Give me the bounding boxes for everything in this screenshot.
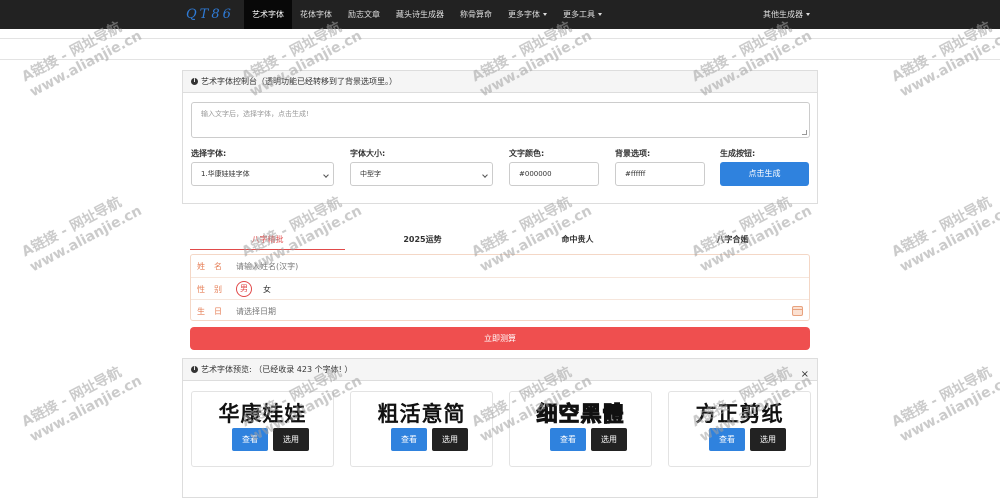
font-sample: 华康娃娃 <box>218 402 307 426</box>
name-input[interactable]: 请输入姓名(汉字) <box>236 261 298 272</box>
info-icon: i <box>191 78 198 85</box>
name-row: 姓名 请输入姓名(汉字) <box>191 255 809 277</box>
color-input-label: 文字颜色: <box>509 149 545 158</box>
preview-panel: i 艺术字体预览: （已经收录 423 个字体! ） × 华康娃娃 查看 选用 粗… <box>182 358 818 498</box>
brand-logo[interactable]: QT86 <box>186 7 234 22</box>
watermark-url: www.alianjie.cn <box>27 372 145 446</box>
view-button[interactable]: 查看 <box>709 428 745 451</box>
use-button[interactable]: 选用 <box>750 428 786 451</box>
nav-item-more-tools[interactable]: 更多工具 <box>555 0 610 29</box>
bazi-tabs: 八字精批 2025运势 命中贵人 八字合婚 <box>190 232 810 250</box>
watermark: A链接 - 网址导航 www.alianjie.cn <box>889 188 1000 276</box>
watermark-line: A链接 - 网址导航 <box>889 194 995 261</box>
font-card: 细空黑體 查看 选用 <box>509 391 652 467</box>
nav-more-tools-label: 更多工具 <box>563 10 595 19</box>
chevron-down-icon <box>323 172 329 178</box>
size-select-label: 字体大小: <box>350 149 386 158</box>
watermark-line: A链接 - 网址导航 <box>19 194 125 261</box>
chevron-down-icon <box>482 172 488 178</box>
font-sample: 方正剪纸 <box>695 402 784 426</box>
watermark: A链接 - 网址导航 www.alianjie.cn <box>889 358 1000 446</box>
generate-label: 生成按钮: <box>720 149 756 158</box>
calculate-button[interactable]: 立即测算 <box>190 327 810 350</box>
control-panel-title: 艺术字体控制台（透明功能已经转移到了背景选项里。） <box>201 77 397 86</box>
text-input[interactable]: 输入文字后，选择字体，点击生成! <box>191 102 810 138</box>
nav-item-more-fonts[interactable]: 更多字体 <box>500 0 555 29</box>
birth-label: 生日 <box>197 307 231 316</box>
tab-bazi-reading[interactable]: 八字精批 <box>190 232 345 250</box>
nav-item-articles[interactable]: 励志文章 <box>340 0 388 29</box>
use-button[interactable]: 选用 <box>591 428 627 451</box>
nav-other-generators-label: 其他生成器 <box>763 10 803 19</box>
bazi-form: 姓名 请输入姓名(汉字) 性别 男 女 生日 请选择日期 <box>190 254 810 321</box>
view-button[interactable]: 查看 <box>550 428 586 451</box>
font-card: 方正剪纸 查看 选用 <box>668 391 811 467</box>
gender-female-radio[interactable]: 女 <box>263 284 271 295</box>
view-button[interactable]: 查看 <box>232 428 268 451</box>
view-button[interactable]: 查看 <box>391 428 427 451</box>
watermark: A链接 - 网址导航 www.alianjie.cn <box>19 188 145 276</box>
color-input[interactable]: #000000 <box>509 162 599 186</box>
font-card: 粗活意简 查看 选用 <box>350 391 493 467</box>
watermark-line: A链接 - 网址导航 <box>889 364 995 431</box>
watermark-url: www.alianjie.cn <box>897 202 1000 276</box>
tab-noble-person[interactable]: 命中贵人 <box>500 232 655 250</box>
caret-down-icon <box>806 13 810 16</box>
top-navbar: QT86 艺术字体 花体字体 励志文章 藏头诗生成器 称骨算命 更多字体 更多工… <box>0 0 1000 29</box>
watermark-url: www.alianjie.cn <box>897 372 1000 446</box>
nav-item-acrostic-poem[interactable]: 藏头诗生成器 <box>388 0 452 29</box>
font-select-value: 1.华康娃娃字体 <box>201 170 250 178</box>
preview-panel-title: 艺术字体预览: （已经收录 423 个字体! ） <box>201 365 353 374</box>
color-input-value: #000000 <box>519 170 552 178</box>
tab-marriage-match[interactable]: 八字合婚 <box>655 232 810 250</box>
nav-more-fonts-label: 更多字体 <box>508 10 540 19</box>
bg-input-value: #ffffff <box>625 170 646 178</box>
birth-date-input[interactable]: 请选择日期 <box>236 306 276 317</box>
caret-down-icon <box>543 13 547 16</box>
font-select-label: 选择字体: <box>191 149 227 158</box>
close-icon[interactable]: × <box>801 364 809 386</box>
gender-male-radio[interactable]: 男 <box>236 281 252 297</box>
control-panel-header: i 艺术字体控制台（透明功能已经转移到了背景选项里。） <box>183 71 817 93</box>
watermark: A链接 - 网址导航 www.alianjie.cn <box>19 358 145 446</box>
bg-input[interactable]: #ffffff <box>615 162 705 186</box>
generate-button[interactable]: 点击生成 <box>720 162 809 186</box>
font-sample: 细空黑體 <box>536 402 625 427</box>
use-button[interactable]: 选用 <box>432 428 468 451</box>
nav-item-other-generators[interactable]: 其他生成器 <box>763 0 810 29</box>
text-input-placeholder: 输入文字后，选择字体，点击生成! <box>201 110 309 118</box>
use-button[interactable]: 选用 <box>273 428 309 451</box>
name-label: 姓名 <box>197 262 231 271</box>
caret-down-icon <box>598 13 602 16</box>
control-panel: i 艺术字体控制台（透明功能已经转移到了背景选项里。） 输入文字后，选择字体，点击… <box>182 70 818 204</box>
gender-label: 性别 <box>197 285 231 294</box>
watermark-line: A链接 - 网址导航 <box>19 364 125 431</box>
nav-item-fortune[interactable]: 称骨算命 <box>452 0 500 29</box>
info-icon: i <box>191 366 198 373</box>
nav-item-art-fonts[interactable]: 艺术字体 <box>244 0 292 29</box>
resize-grip-icon[interactable] <box>802 130 807 135</box>
size-select-value: 中型字 <box>360 170 381 178</box>
gender-row: 性别 男 女 <box>191 277 809 299</box>
font-select[interactable]: 1.华康娃娃字体 <box>191 162 334 186</box>
nav-item-fancy-fonts[interactable]: 花体字体 <box>292 0 340 29</box>
tab-2025-fortune[interactable]: 2025运势 <box>345 232 500 250</box>
font-card: 华康娃娃 查看 选用 <box>191 391 334 467</box>
ad-strip <box>0 38 1000 60</box>
size-select[interactable]: 中型字 <box>350 162 493 186</box>
calendar-icon[interactable] <box>792 306 803 316</box>
font-sample: 粗活意简 <box>377 402 466 426</box>
bg-input-label: 背景选项: <box>615 149 651 158</box>
watermark-url: www.alianjie.cn <box>27 202 145 276</box>
preview-panel-header: i 艺术字体预览: （已经收录 423 个字体! ） × <box>183 359 817 381</box>
nav-menu: 艺术字体 花体字体 励志文章 藏头诗生成器 称骨算命 更多字体 更多工具 <box>244 0 610 29</box>
birth-row: 生日 请选择日期 <box>191 299 809 321</box>
